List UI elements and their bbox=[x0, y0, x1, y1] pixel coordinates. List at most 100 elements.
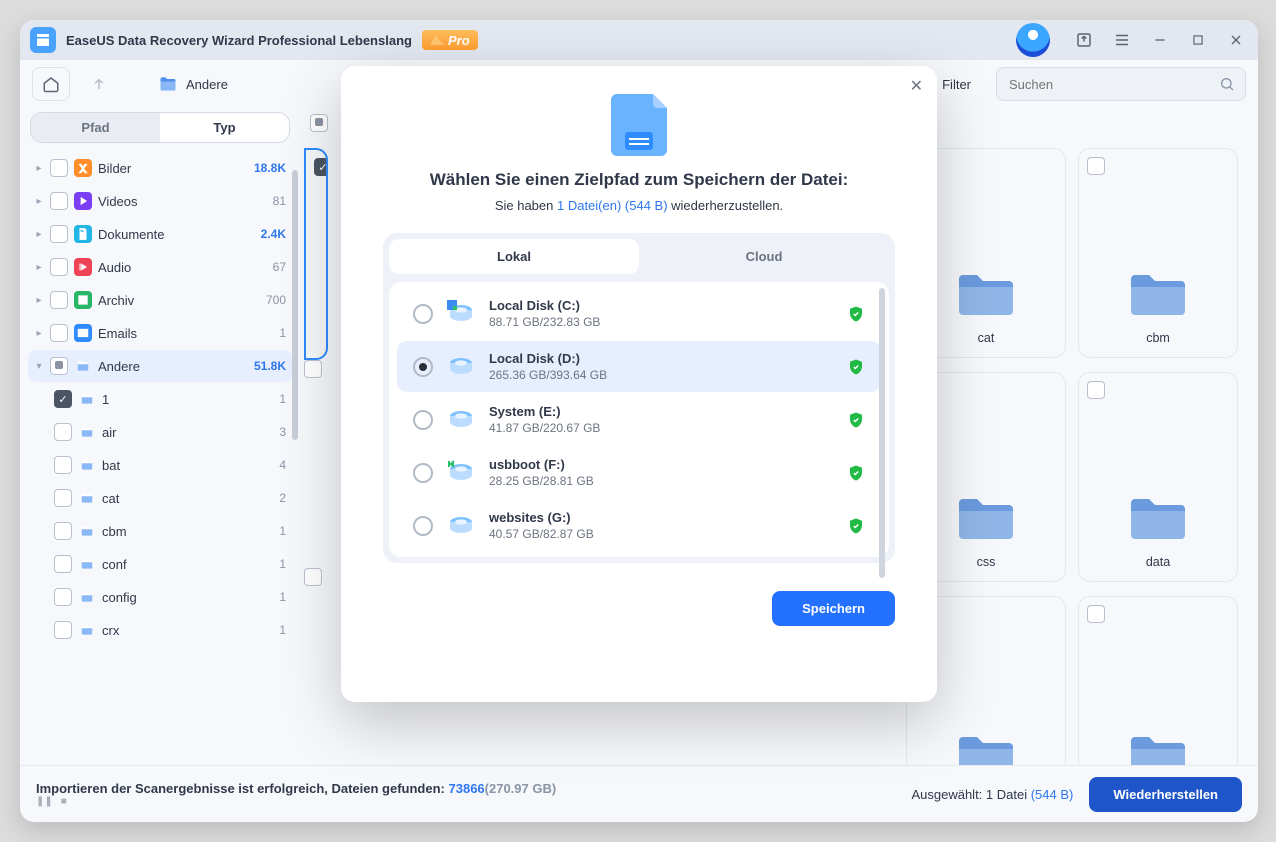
folder-icon bbox=[956, 733, 1016, 765]
home-button[interactable] bbox=[32, 67, 70, 101]
shield-icon bbox=[847, 411, 865, 429]
disk-Local Disk (C:)[interactable]: Local Disk (C:) 88.71 GB/232.83 GB bbox=[397, 288, 881, 339]
checkbox[interactable] bbox=[54, 456, 72, 474]
subfolder-conf[interactable]: conf 1 bbox=[48, 548, 292, 580]
select-all-checkbox[interactable] bbox=[310, 114, 328, 132]
folder-icon bbox=[956, 271, 1016, 317]
radio[interactable] bbox=[413, 304, 433, 324]
radio[interactable] bbox=[413, 410, 433, 430]
search-input[interactable] bbox=[1007, 76, 1219, 93]
Bilder-icon bbox=[74, 159, 92, 177]
tab-path[interactable]: Pfad bbox=[31, 113, 160, 142]
subfolder-cat[interactable]: cat 2 bbox=[48, 482, 292, 514]
checkbox[interactable] bbox=[50, 159, 68, 177]
titlebar: EaseUS Data Recovery Wizard Professional… bbox=[20, 20, 1258, 60]
checkbox[interactable] bbox=[1087, 157, 1105, 175]
pause-icon[interactable]: ❚❚ bbox=[36, 796, 53, 807]
folder-icon bbox=[1128, 733, 1188, 765]
checkbox[interactable] bbox=[304, 568, 322, 586]
checkbox[interactable] bbox=[50, 357, 68, 375]
folder-icon bbox=[78, 621, 96, 639]
share-icon[interactable] bbox=[1072, 28, 1096, 52]
restore-button[interactable]: Wiederherstellen bbox=[1089, 777, 1242, 812]
tree-Audio[interactable]: ▸ Audio 67 bbox=[28, 251, 292, 283]
app-icon bbox=[30, 27, 56, 53]
subfolder-air[interactable]: air 3 bbox=[48, 416, 292, 448]
shield-icon bbox=[847, 305, 865, 323]
subfolder-1[interactable]: ✓ 1 1 bbox=[48, 383, 292, 415]
tree-Bilder[interactable]: ▸ Bilder 18.8K bbox=[28, 152, 292, 184]
modal-title: Wählen Sie einen Zielpfad zum Speichern … bbox=[341, 170, 937, 190]
checkbox[interactable]: ✓ bbox=[54, 390, 72, 408]
save-button[interactable]: Speichern bbox=[772, 591, 895, 626]
avatar-icon[interactable] bbox=[1016, 23, 1050, 57]
disk-websites (G:)[interactable]: websites (G:) 40.57 GB/82.87 GB bbox=[397, 500, 881, 551]
Dokumente-icon bbox=[74, 225, 92, 243]
checkbox[interactable] bbox=[54, 588, 72, 606]
checkbox[interactable] bbox=[1087, 381, 1105, 399]
disk-icon bbox=[447, 406, 475, 434]
file-cell-selected[interactable]: ✓ bbox=[304, 148, 328, 360]
tree-Videos[interactable]: ▸ Videos 81 bbox=[28, 185, 292, 217]
radio[interactable] bbox=[413, 357, 433, 377]
tree-Archiv[interactable]: ▸ Archiv 700 bbox=[28, 284, 292, 316]
tab-local[interactable]: Lokal bbox=[389, 239, 639, 274]
radio[interactable] bbox=[413, 463, 433, 483]
modal-close-button[interactable]: ✕ bbox=[910, 76, 923, 96]
subfolder-cbm[interactable]: cbm 1 bbox=[48, 515, 292, 547]
disk-Local Disk (D:)[interactable]: Local Disk (D:) 265.36 GB/393.64 GB bbox=[397, 341, 881, 392]
folder-icon bbox=[1128, 271, 1188, 317]
radio[interactable] bbox=[413, 516, 433, 536]
minimize-button[interactable] bbox=[1148, 28, 1172, 52]
subfolder-crx[interactable]: crx 1 bbox=[48, 614, 292, 646]
disk-System (E:)[interactable]: System (E:) 41.87 GB/220.67 GB bbox=[397, 394, 881, 445]
Emails-icon bbox=[74, 324, 92, 342]
folder-icon bbox=[78, 423, 96, 441]
maximize-button[interactable] bbox=[1186, 28, 1210, 52]
stop-icon[interactable]: ■ bbox=[61, 796, 67, 807]
checkbox[interactable] bbox=[1087, 605, 1105, 623]
checkbox[interactable] bbox=[50, 324, 68, 342]
checkbox[interactable] bbox=[54, 423, 72, 441]
tree-Emails[interactable]: ▸ Emails 1 bbox=[28, 317, 292, 349]
close-window-button[interactable] bbox=[1224, 28, 1248, 52]
footer: Importieren der Scanergebnisse ist erfol… bbox=[20, 765, 1258, 822]
subfolder-bat[interactable]: bat 4 bbox=[48, 449, 292, 481]
checkbox[interactable] bbox=[54, 621, 72, 639]
checkbox[interactable] bbox=[54, 522, 72, 540]
app-title: EaseUS Data Recovery Wizard Professional… bbox=[66, 33, 412, 48]
file-cell-cbm[interactable]: cbm bbox=[1078, 148, 1238, 358]
checkbox[interactable] bbox=[54, 489, 72, 507]
checkbox[interactable] bbox=[50, 192, 68, 210]
sidebar-scrollbar[interactable] bbox=[292, 170, 298, 440]
tree-Dokumente[interactable]: ▸ Dokumente 2.4K bbox=[28, 218, 292, 250]
disk-usbboot (F:)[interactable]: usbboot (F:) 28.25 GB/28.81 GB bbox=[397, 447, 881, 498]
breadcrumb[interactable]: Andere bbox=[158, 74, 228, 94]
checkbox[interactable] bbox=[50, 291, 68, 309]
file-cell-data[interactable]: data bbox=[1078, 372, 1238, 582]
tab-cloud[interactable]: Cloud bbox=[639, 239, 889, 274]
subfolder-config[interactable]: config 1 bbox=[48, 581, 292, 613]
up-button[interactable] bbox=[80, 67, 118, 101]
file-cell-unnamed[interactable] bbox=[1078, 596, 1238, 765]
checkbox[interactable] bbox=[50, 258, 68, 276]
disklist-scrollbar[interactable] bbox=[879, 288, 885, 578]
menu-icon[interactable] bbox=[1110, 28, 1134, 52]
folder-icon bbox=[956, 495, 1016, 541]
sidebar: Pfad Typ ▸ Bilder 18.8K ▸ Videos 81 ▸ Do… bbox=[20, 108, 300, 765]
disk-icon bbox=[447, 353, 475, 381]
shield-icon bbox=[847, 517, 865, 535]
folder-icon bbox=[1128, 495, 1188, 541]
tab-type[interactable]: Typ bbox=[160, 113, 289, 142]
search-icon[interactable] bbox=[1219, 76, 1235, 92]
pro-badge: Pro bbox=[422, 30, 478, 50]
tree-Andere[interactable]: ▾ Andere 51.8K bbox=[28, 350, 292, 382]
checkbox[interactable] bbox=[54, 555, 72, 573]
checkbox[interactable] bbox=[50, 225, 68, 243]
breadcrumb-label: Andere bbox=[186, 77, 228, 92]
checkbox[interactable]: ✓ bbox=[314, 158, 328, 176]
checkbox[interactable] bbox=[304, 360, 322, 378]
storage-tabs: Lokal Cloud bbox=[389, 239, 889, 274]
folder-icon bbox=[78, 588, 96, 606]
modal-subtitle: Sie haben 1 Datei(en) (544 B) wiederherz… bbox=[341, 198, 937, 213]
